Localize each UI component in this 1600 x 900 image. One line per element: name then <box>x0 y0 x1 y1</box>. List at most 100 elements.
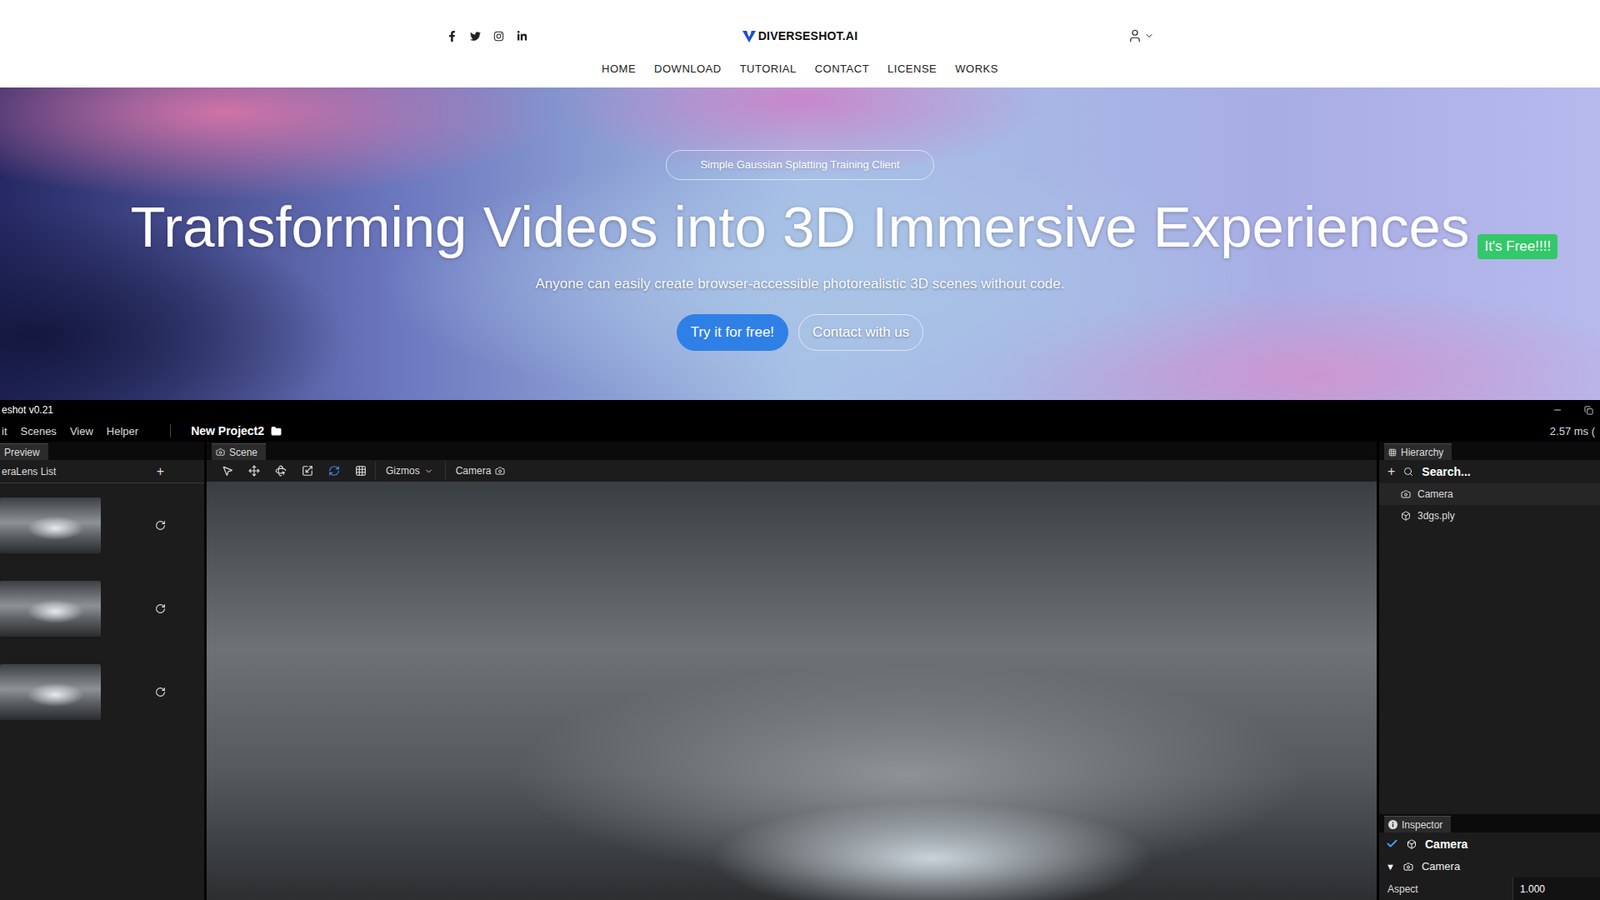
user-menu-button[interactable] <box>1127 28 1155 44</box>
social-link[interactable] <box>492 30 505 42</box>
nav-link[interactable]: TUTORIAL <box>740 62 797 76</box>
chevron-down-icon <box>424 466 434 476</box>
nav-link[interactable]: DOWNLOAD <box>654 62 722 76</box>
social-link[interactable] <box>515 30 528 42</box>
refresh-icon <box>155 686 166 698</box>
preview-panel: Preview eraLens List + <box>0 441 205 900</box>
project-name[interactable]: New Project2 <box>190 424 282 438</box>
inspector-component-row[interactable]: ▼ Camera <box>1379 855 1600 878</box>
menu-item[interactable]: Helper <box>100 425 145 438</box>
inspector-object-row: Camera <box>1379 832 1600 855</box>
scene-tab-strip: Scene <box>206 441 1377 460</box>
scene-toolbar: GizmosCamera <box>206 460 1377 482</box>
component-name: Camera <box>1421 860 1460 873</box>
hierarchy-panel: Hierarchy + Search... Camera 3dgs.ply <box>1379 441 1600 815</box>
field-value[interactable]: 1.000 <box>1512 877 1600 900</box>
add-object-button[interactable]: + <box>1387 464 1395 480</box>
hierarchy-item[interactable]: 3dgs.ply <box>1379 505 1600 527</box>
linkedin-icon <box>516 30 528 42</box>
user-icon <box>1127 28 1143 44</box>
main-nav: HOME DOWNLOAD TUTORIAL CONTACT LICENSE WORKS <box>601 62 999 76</box>
minimize-button[interactable] <box>1552 405 1563 415</box>
lens-thumbnail <box>0 664 101 720</box>
facebook-icon <box>446 30 458 42</box>
camera-icon <box>1403 861 1414 872</box>
add-lens-button[interactable]: + <box>156 464 165 480</box>
tool-button[interactable] <box>295 461 320 480</box>
free-badge: It's Free!!!! <box>1477 234 1558 260</box>
refresh-button[interactable] <box>155 686 166 698</box>
restore-icon <box>1584 405 1594 415</box>
enabled-check-icon[interactable] <box>1385 837 1399 850</box>
grid-icon <box>355 465 367 477</box>
lens-thumbnail <box>0 497 101 554</box>
cube-icon <box>1406 839 1417 850</box>
hierarchy-item[interactable]: Camera <box>1379 483 1600 505</box>
cube-icon <box>1400 510 1411 521</box>
nav-link[interactable]: CONTACT <box>815 62 870 76</box>
inspector-field-row: Aspect1.000 <box>1379 877 1600 900</box>
menu-separator <box>170 424 171 438</box>
social-link[interactable] <box>469 30 481 42</box>
tool-button[interactable] <box>321 461 347 480</box>
scene-camera-icon <box>215 447 225 457</box>
logo[interactable]: DIVERSESHOT.AI <box>742 29 859 43</box>
tool-button[interactable] <box>348 461 374 480</box>
refresh-button[interactable] <box>155 520 166 531</box>
nav-link[interactable]: WORKS <box>955 62 999 76</box>
preview-tab-strip: Preview <box>0 441 205 460</box>
field-label: Aspect <box>1379 877 1513 900</box>
menu-item[interactable]: View <box>63 425 100 438</box>
project-title: New Project2 <box>190 424 265 438</box>
try-free-button[interactable]: Try it for free! <box>676 314 789 351</box>
preview-tab[interactable]: Preview <box>0 443 49 460</box>
lens-row[interactable] <box>0 650 205 734</box>
scene-tab[interactable]: Scene <box>211 443 266 460</box>
nav-link[interactable]: LICENSE <box>887 62 937 76</box>
minimize-icon <box>1552 405 1563 415</box>
app-screenshot: eshot v0.21 itScenesViewHelper New Project… <box>0 400 1600 900</box>
instagram-icon <box>493 30 505 42</box>
hierarchy-search-row: + Search... <box>1379 460 1600 484</box>
window-controls <box>1552 405 1594 415</box>
lens-row[interactable] <box>0 483 205 567</box>
app-title-bar: eshot v0.21 <box>0 400 1600 420</box>
restore-button[interactable] <box>1584 405 1594 415</box>
hierarchy-item-label: Camera <box>1417 488 1454 500</box>
frame-timing: 2.57 ms ( <box>1550 425 1600 438</box>
social-link[interactable] <box>445 30 458 42</box>
contact-button[interactable]: Contact with us <box>798 314 924 351</box>
social-links <box>445 30 743 42</box>
cycle-arrows-icon <box>328 465 340 477</box>
inspector-tab[interactable]: Inspector <box>1384 815 1451 833</box>
header-top-row: DIVERSESHOT.AI <box>445 25 1155 47</box>
menu-item[interactable]: it <box>0 425 15 438</box>
hierarchy-tab[interactable]: Hierarchy <box>1384 443 1452 460</box>
app-panels: PrevieweraLens List+SceneGizmosCameraHie… <box>0 441 1600 900</box>
refresh-button[interactable] <box>155 603 166 615</box>
lens-thumbnail <box>0 580 101 637</box>
camera-button[interactable]: Camera <box>445 461 516 480</box>
hero-badge: Simple Gaussian Splatting Training Clien… <box>665 150 934 180</box>
pointer-icon <box>221 465 234 477</box>
tool-button[interactable] <box>215 461 240 480</box>
tool-button[interactable] <box>268 461 294 480</box>
logo-text: DIVERSESHOT.AI <box>758 29 859 43</box>
gizmos-dropdown[interactable]: Gizmos <box>375 461 444 480</box>
expand-toggle[interactable]: ▼ <box>1385 861 1395 872</box>
inspector-panel: InspectorCamera▼CameraAspect1.000 <box>1379 814 1600 900</box>
hierarchy-search[interactable]: Search... <box>1421 465 1470 479</box>
app-menu-bar: itScenesViewHelper New Project2 2.57 ms ( <box>0 420 1600 442</box>
menu-item[interactable]: Scenes <box>14 425 64 438</box>
rotate-icon <box>275 465 287 477</box>
lens-list-title: eraLens List <box>1 465 56 478</box>
tool-button[interactable] <box>241 461 267 480</box>
hero: Simple Gaussian Splatting Training Clien… <box>0 87 1600 400</box>
lens-row[interactable] <box>0 566 205 650</box>
refresh-icon <box>155 603 166 615</box>
inspector-tab-strip: Inspector <box>1379 814 1600 833</box>
scene-viewport[interactable] <box>206 481 1377 900</box>
nav-link[interactable]: HOME <box>601 62 636 76</box>
camera-icon <box>495 465 505 476</box>
hero-buttons: Try it for free!Contact with us <box>676 314 925 351</box>
